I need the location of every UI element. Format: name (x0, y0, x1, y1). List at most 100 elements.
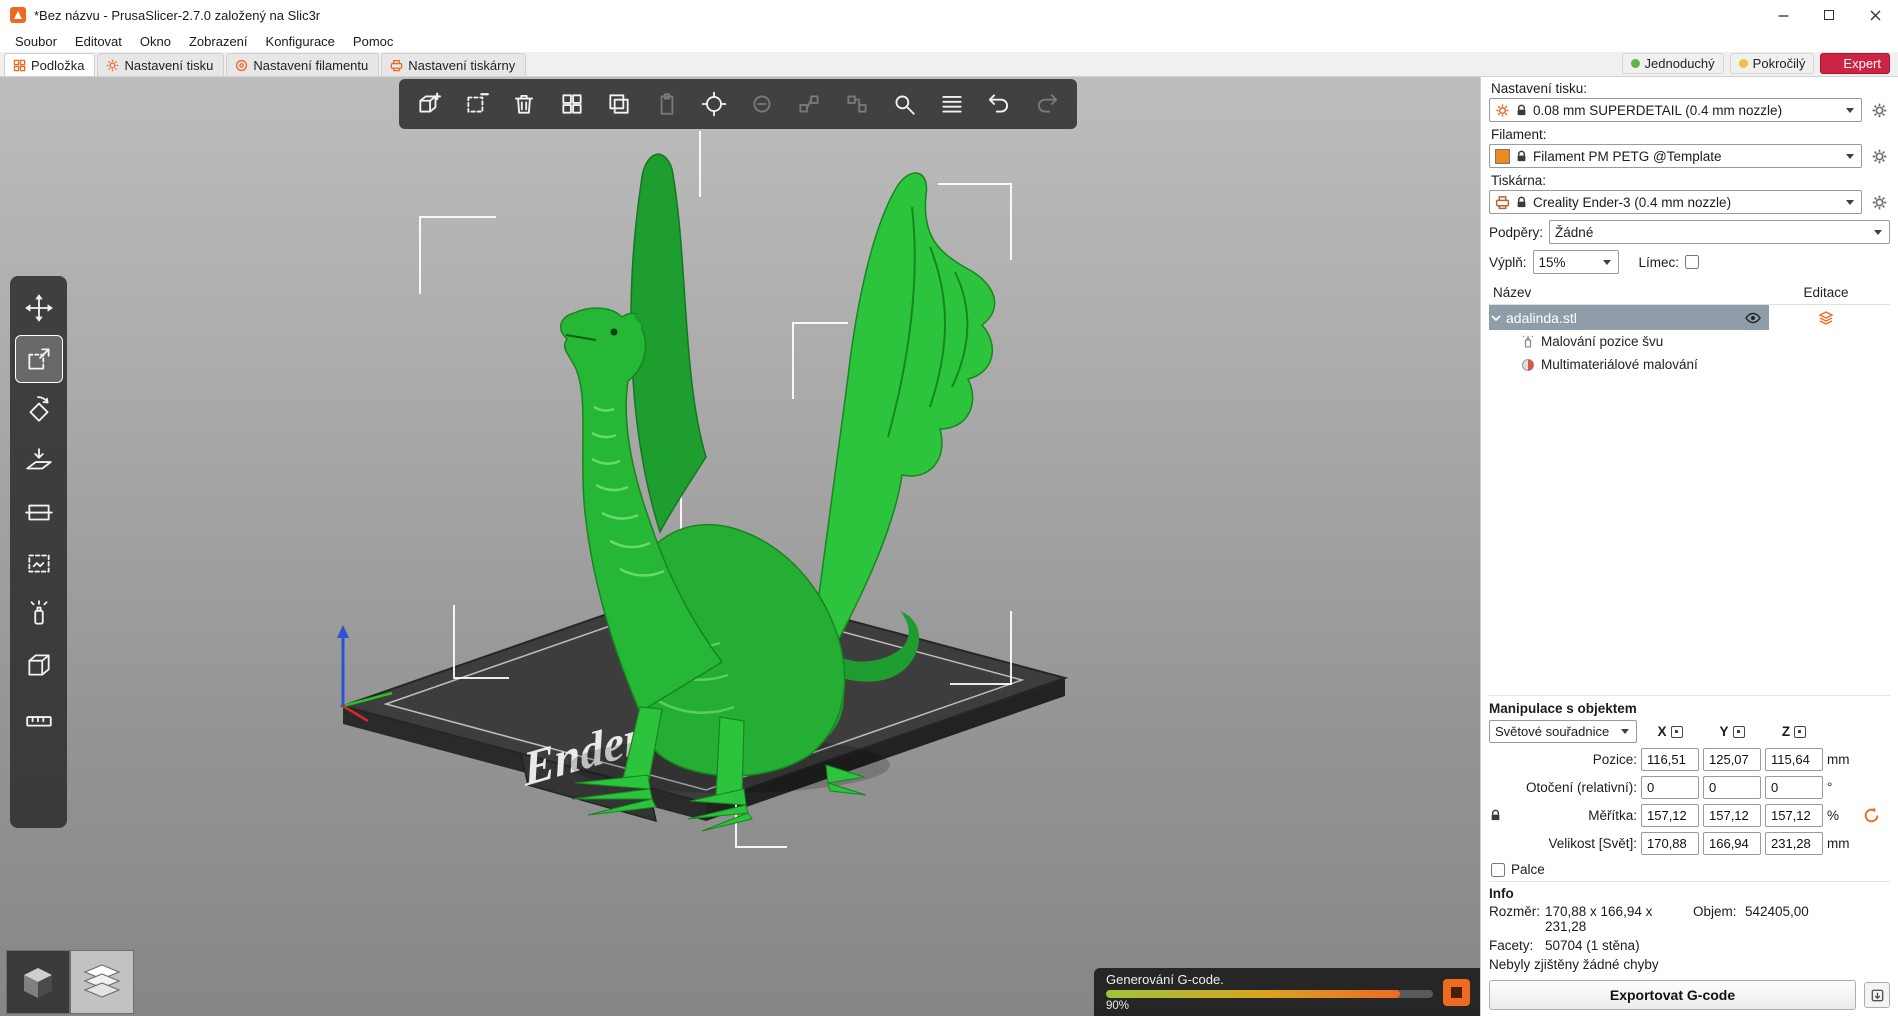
rotation-x-input[interactable] (1641, 776, 1699, 799)
menu-zobrazeni[interactable]: Zobrazení (180, 32, 257, 51)
close-button[interactable] (1852, 0, 1898, 30)
search-button[interactable] (882, 83, 926, 125)
maximize-button[interactable] (1806, 0, 1852, 30)
reset-scale-button[interactable] (1861, 806, 1881, 826)
uniform-scale-lock-icon[interactable] (1489, 809, 1502, 822)
arrange-button[interactable] (550, 83, 594, 125)
expand-caret-icon[interactable] (1491, 313, 1501, 323)
redo-button[interactable] (1025, 83, 1069, 125)
brim-checkbox[interactable] (1685, 255, 1699, 269)
axis-z-icon[interactable] (1794, 726, 1806, 738)
viewport-3d[interactable]: Ender (0, 77, 1480, 1016)
rotation-y-input[interactable] (1703, 776, 1761, 799)
minimize-button[interactable] (1760, 0, 1806, 30)
size-info-value: 170,88 x 166,94 x 231,28 (1545, 904, 1693, 934)
cut-tool-button[interactable] (16, 489, 62, 535)
preview-view-button[interactable] (70, 950, 134, 1014)
object-row-adalinda[interactable]: adalinda.stl (1489, 305, 1890, 330)
split-to-objects-button[interactable] (787, 83, 831, 125)
menu-pomoc[interactable]: Pomoc (344, 32, 402, 51)
infill-label: Výplň: (1489, 255, 1527, 270)
printer-label: Tiskárna: (1491, 173, 1888, 188)
object-subitem-seam[interactable]: Malování pozice švu (1489, 330, 1890, 353)
object-subitem-mmu[interactable]: Multimateriálové malování (1489, 353, 1890, 376)
tab-print-settings[interactable]: Nastavení tisku (97, 53, 224, 76)
mode-advanced[interactable]: Pokročilý (1730, 53, 1815, 74)
editor-view-button[interactable] (6, 950, 70, 1014)
tab-filament-settings[interactable]: Nastavení filamentu (226, 53, 379, 76)
mode-simple[interactable]: Jednoduchý (1622, 53, 1724, 74)
delete-object-button[interactable] (455, 83, 499, 125)
support-paint-icon (24, 548, 54, 578)
axis-y-icon[interactable] (1733, 726, 1745, 738)
print-settings-tab-icon (106, 59, 119, 72)
chevron-down-icon (1846, 200, 1854, 205)
variable-layer-height-button[interactable] (930, 83, 974, 125)
menu-konfigurace[interactable]: Konfigurace (257, 32, 344, 51)
infill-combo[interactable]: 15% (1533, 250, 1619, 274)
remove-instance-button[interactable] (740, 83, 784, 125)
print-settings-combo[interactable]: 0.08 mm SUPERDETAIL (0.4 mm nozzle) (1489, 98, 1862, 122)
progress-bar (1106, 990, 1433, 998)
filament-value: Filament PM PETG @Template (1533, 149, 1838, 164)
split-objects-icon (796, 91, 822, 117)
position-z-input[interactable] (1765, 748, 1823, 771)
cancel-gcode-button[interactable] (1443, 979, 1470, 1006)
inches-checkbox[interactable] (1491, 863, 1505, 877)
scale-unit: % (1827, 808, 1857, 823)
tab-plater[interactable]: Podložka (4, 53, 95, 76)
seam-paint-icon (24, 599, 54, 629)
axis-x-header: X (1641, 724, 1699, 739)
menu-okno[interactable]: Okno (131, 32, 180, 51)
print-settings-gear-button[interactable] (1868, 99, 1890, 121)
supports-combo[interactable]: Žádné (1549, 220, 1890, 244)
delete-all-button[interactable] (502, 83, 546, 125)
size-y-input[interactable] (1703, 832, 1761, 855)
place-on-face-tool-button[interactable] (16, 438, 62, 484)
filament-gear-button[interactable] (1868, 145, 1890, 167)
facets-info-value: 50704 (1 stěna) (1545, 938, 1890, 953)
copy-button[interactable] (597, 83, 641, 125)
scale-z-input[interactable] (1765, 804, 1823, 827)
position-label: Pozice: (1489, 752, 1637, 767)
menu-editovat[interactable]: Editovat (66, 32, 131, 51)
top-toolbar (399, 79, 1077, 129)
printer-icon (1495, 195, 1510, 210)
printer-gear-button[interactable] (1868, 191, 1890, 213)
size-z-input[interactable] (1765, 832, 1823, 855)
menu-soubor[interactable]: Soubor (6, 32, 66, 51)
paste-button[interactable] (645, 83, 689, 125)
filament-combo[interactable]: Filament PM PETG @Template (1489, 144, 1862, 168)
mmu-painting-tool-button[interactable] (16, 642, 62, 688)
position-y-input[interactable] (1703, 748, 1761, 771)
size-x-input[interactable] (1641, 832, 1699, 855)
tab-printer-settings[interactable]: Nastavení tiskárny (381, 53, 526, 76)
coordinate-system-combo[interactable]: Světové souřadnice (1489, 720, 1637, 743)
visibility-eye-icon[interactable] (1745, 310, 1761, 326)
add-instance-button[interactable] (692, 83, 736, 125)
rotate-tool-button[interactable] (16, 387, 62, 433)
axis-x-icon[interactable] (1671, 726, 1683, 738)
move-tool-button[interactable] (16, 285, 62, 331)
printer-combo[interactable]: Creality Ender-3 (0.4 mm nozzle) (1489, 190, 1862, 214)
scale-tool-button[interactable] (16, 336, 62, 382)
rotation-z-input[interactable] (1765, 776, 1823, 799)
object-editing-icon[interactable] (1818, 310, 1834, 326)
seam-painting-tool-button[interactable] (16, 591, 62, 637)
window-title: *Bez názvu - PrusaSlicer-2.7.0 založený … (34, 8, 320, 23)
mode-expert[interactable]: Expert (1820, 53, 1890, 74)
undo-button[interactable] (977, 83, 1021, 125)
split-to-parts-button[interactable] (835, 83, 879, 125)
object-list: Název Editace adalinda.stl Malování po (1489, 281, 1890, 695)
position-x-input[interactable] (1641, 748, 1699, 771)
add-object-button[interactable] (407, 83, 451, 125)
scale-x-input[interactable] (1641, 804, 1699, 827)
gcode-progress-popup: Generování G-code. 90% (1094, 968, 1480, 1016)
support-painting-tool-button[interactable] (16, 540, 62, 586)
export-gcode-button[interactable]: Exportovat G-code (1489, 980, 1856, 1010)
scale-y-input[interactable] (1703, 804, 1761, 827)
export-settings-button[interactable] (1864, 982, 1890, 1008)
measure-tool-button[interactable] (16, 693, 62, 739)
chevron-down-icon (1874, 230, 1882, 235)
lock-icon (1515, 150, 1528, 163)
